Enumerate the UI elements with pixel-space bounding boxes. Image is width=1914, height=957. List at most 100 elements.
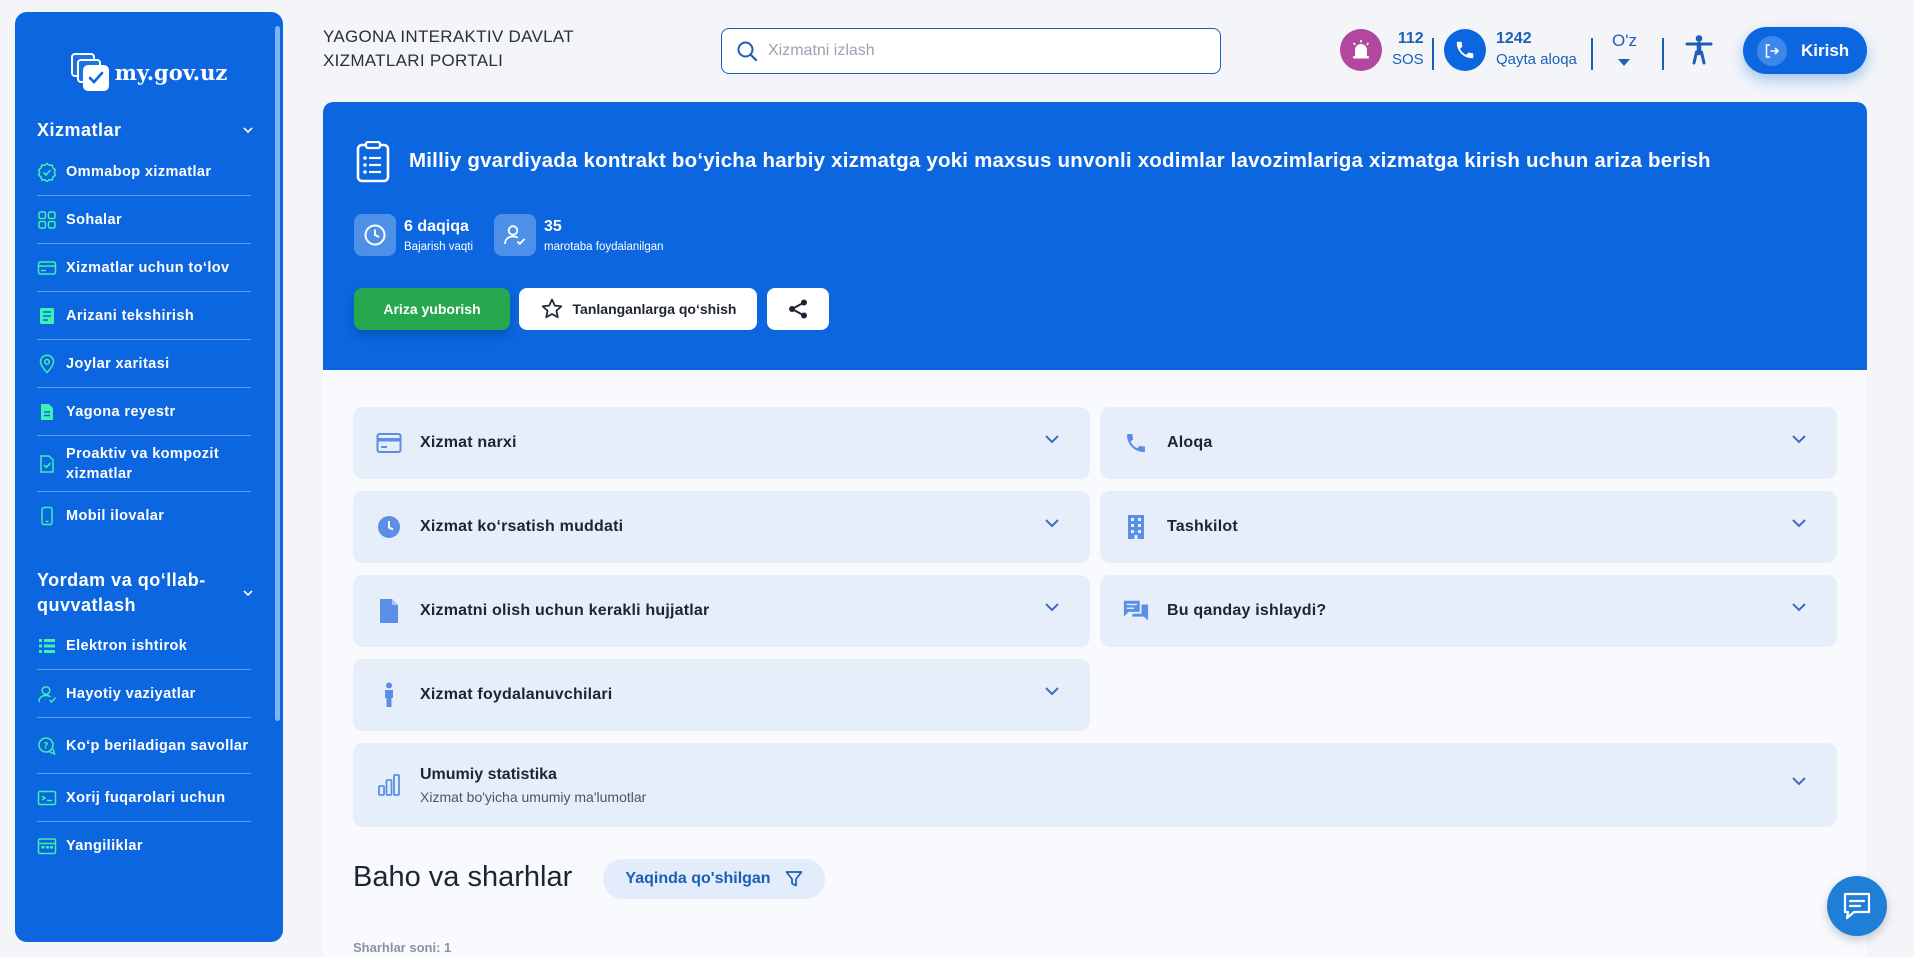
sidebar-item-label: Proaktiv va kompozit xizmatlar <box>66 445 220 482</box>
accordion-label: Xizmatni olish uchun kerakli hujjatlar <box>420 602 710 619</box>
sidebar-item-foreigners[interactable]: Xorij fuqarolari uchun <box>37 774 251 822</box>
sidebar-scrollbar[interactable] <box>275 26 280 721</box>
chevron-down-icon <box>243 586 253 600</box>
filter-icon <box>785 871 802 887</box>
search-icon <box>737 41 758 62</box>
sos-widget[interactable]: 112 SOS <box>1340 29 1424 71</box>
callback-label: Qayta aloqa <box>1496 51 1577 68</box>
chevron-down-icon <box>1792 519 1806 528</box>
reviews-filter-button[interactable]: Yaqinda qo'shilgan <box>603 859 825 899</box>
sidebar-item-label: Joylar xaritasi <box>66 355 170 372</box>
language-label: O'z <box>1612 31 1637 50</box>
phone-icon <box>41 506 53 526</box>
stat-duration-label: Bajarish vaqti <box>404 241 474 253</box>
sidebar-item-e-participation[interactable]: Elektron ishtirok <box>37 622 251 670</box>
service-hero: Milliy gvardiyada kontrakt bo‘yicha harb… <box>323 102 1867 370</box>
sidebar-section-support[interactable]: Yordam va qo‘llab-quvvatlash <box>15 568 283 618</box>
share-button[interactable] <box>767 288 829 330</box>
sidebar-item-label: Yagona reyestr <box>66 403 176 420</box>
list-icon <box>39 638 55 653</box>
sidebar-item-label: Yangiliklar <box>66 838 143 854</box>
star-icon <box>541 298 562 319</box>
statistics-subtitle: Xizmat bo'yicha umumiy ma'lumotlar <box>420 788 647 805</box>
sos-label: SOS <box>1392 51 1424 68</box>
logo[interactable]: my.gov.uz <box>15 52 283 92</box>
divider <box>1662 38 1664 70</box>
statistics-title: Umumiy statistika <box>420 765 557 783</box>
submit-application-button[interactable]: Ariza yuborish <box>354 288 510 330</box>
accordion-service-price[interactable]: Xizmat narxi <box>353 407 1090 479</box>
sidebar-item-map[interactable]: Joylar xaritasi <box>37 340 251 388</box>
sidebar-item-label: Arizani tekshirish <box>66 307 195 324</box>
document-icon <box>41 403 53 420</box>
chevron-down-icon <box>243 123 253 137</box>
accordion-organization[interactable]: Tashkilot <box>1100 491 1837 563</box>
sidebar-item-faq[interactable]: ? Ko‘p beriladigan savollar <box>37 718 251 774</box>
sos-number: 112 <box>1397 30 1424 47</box>
sidebar-item-life-situations[interactable]: Hayotiy vaziyatlar <box>37 670 251 718</box>
add-to-favorites-button[interactable]: Tanlanganlarga qo‘shish <box>519 288 757 330</box>
calendar-icon <box>37 838 57 855</box>
sidebar-item-check-application[interactable]: Arizani tekshirish <box>37 292 251 340</box>
accordion-service-users[interactable]: Xizmat foydalanuvchilari <box>353 659 1090 731</box>
section-title: Xizmatlar <box>37 119 122 140</box>
service-title: Milliy gvardiyada kontrakt bo‘yicha harb… <box>409 149 1711 172</box>
clock-icon <box>376 514 402 540</box>
accordion-label: Xizmat narxi <box>420 434 517 451</box>
sidebar-item-mobile-apps[interactable]: Mobil ilovalar <box>37 492 251 540</box>
sidebar-item-payment[interactable]: Xizmatlar uchun to‘lov <box>37 244 251 292</box>
search-input[interactable] <box>768 42 1188 60</box>
sidebar-item-proactive[interactable]: Proaktiv va kompozit xizmatlar <box>37 436 251 492</box>
card-icon <box>37 260 57 275</box>
sidebar-item-label: Ko‘p beriladigan savollar <box>66 737 249 754</box>
favorites-label: Tanlanganlarga qo‘shish <box>572 301 737 317</box>
chat-icon <box>1843 892 1871 920</box>
stat-usage-label: marotaba foydalanilgan <box>544 241 664 253</box>
accordion-service-duration[interactable]: Xizmat ko‘rsatish muddati <box>353 491 1090 563</box>
sidebar-item-label: Mobil ilovalar <box>66 508 165 524</box>
faq-icon: ? <box>38 736 56 755</box>
sidebar-item-label: Xizmatlar uchun to‘lov <box>66 259 230 276</box>
building-icon <box>1123 514 1149 540</box>
stat-usage: 35 marotaba foydalanilgan <box>494 214 664 256</box>
chevron-down-icon <box>1045 687 1059 696</box>
accordion-how-it-works[interactable]: Bu qanday ishlaydi? <box>1100 575 1837 647</box>
sidebar-item-label: Ommabop xizmatlar <box>66 163 212 180</box>
user-check-icon <box>494 214 536 256</box>
callback-number: 1242 <box>1496 30 1532 47</box>
sidebar-support-list: Elektron ishtirok Hayotiy vaziyatlar ? K… <box>37 622 251 870</box>
callback-widget[interactable]: 1242 Qayta aloqa <box>1444 29 1577 71</box>
sidebar-item-popular[interactable]: Ommabop xizmatlar <box>37 148 251 196</box>
language-selector[interactable]: O'z <box>1612 31 1637 66</box>
divider <box>1591 38 1593 70</box>
svg-text:?: ? <box>43 741 49 751</box>
accordion-statistics[interactable]: Umumiy statistika Xizmat bo'yicha umumiy… <box>353 743 1837 827</box>
chevron-down-icon <box>1045 435 1059 444</box>
login-button[interactable]: Kirish <box>1743 27 1867 74</box>
stat-usage-value: 35 <box>544 218 562 235</box>
stat-duration: 6 daqiqa Bajarish vaqti <box>354 214 473 256</box>
sidebar-item-news[interactable]: Yangiliklar <box>37 822 251 870</box>
sidebar-item-sectors[interactable]: Sohalar <box>37 196 251 244</box>
person-icon <box>376 682 402 708</box>
sidebar-item-registry[interactable]: Yagona reyestr <box>37 388 251 436</box>
stat-duration-value: 6 daqiqa <box>404 218 469 235</box>
map-pin-icon <box>39 354 55 374</box>
section-title: Yordam va qo‘llab-quvvatlash <box>37 570 206 615</box>
search-box[interactable] <box>721 28 1221 74</box>
phone-call-icon <box>1444 29 1486 71</box>
statistics-text: Umumiy statistika Xizmat bo'yicha umumiy… <box>420 766 646 805</box>
sidebar-section-services[interactable]: Xizmatlar <box>15 116 283 144</box>
clock-icon <box>354 214 396 256</box>
logout-icon <box>1757 35 1787 66</box>
bar-chart-icon <box>376 772 402 798</box>
portal-title: YAGONA INTERAKTIV DAVLAT XIZMATLARI PORT… <box>323 27 574 70</box>
accordion-label: Bu qanday ishlaydi? <box>1167 602 1327 619</box>
chat-button[interactable] <box>1827 876 1887 936</box>
accordion-required-documents[interactable]: Xizmatni olish uchun kerakli hujjatlar <box>353 575 1090 647</box>
accessibility-icon[interactable] <box>1684 34 1714 71</box>
sidebar-item-label: Sohalar <box>66 211 122 228</box>
accordion-contact[interactable]: Aloqa <box>1100 407 1837 479</box>
user-icon <box>38 685 57 703</box>
accordion-label: Xizmat foydalanuvchilari <box>420 686 613 703</box>
